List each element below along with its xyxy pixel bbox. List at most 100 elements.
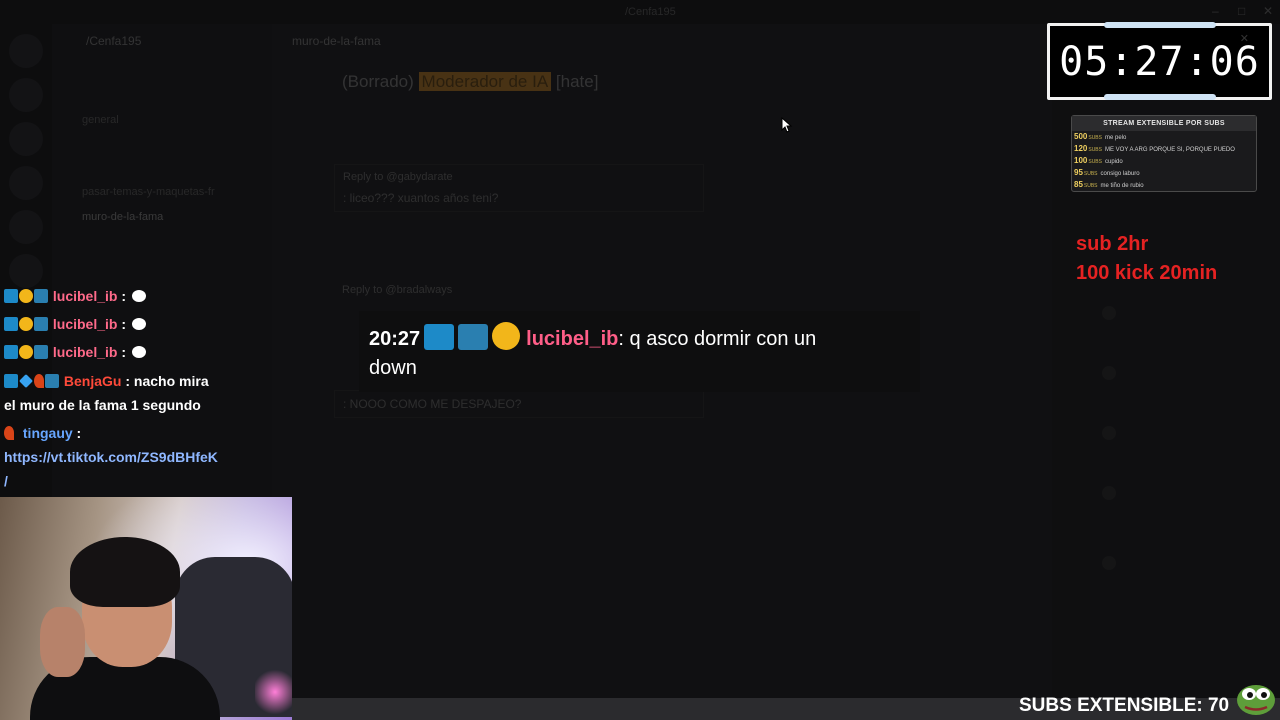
chat-message: lucibel_ib : — [4, 288, 147, 304]
timer-digits: 05:27:06 — [1059, 39, 1260, 85]
rule-sub: sub 2hr — [1076, 233, 1149, 255]
mouse-cursor-icon — [781, 117, 793, 133]
channel-header: muro-de-la-fama — [292, 34, 381, 48]
channel-item-muro[interactable]: muro-de-la-fama — [82, 211, 163, 223]
chat-username[interactable]: tingauy — [23, 425, 73, 441]
gem-badge-icon — [19, 374, 33, 388]
chat-separator: : — [117, 316, 127, 332]
sub-goal-item: 95SUBS consigo laburo — [1074, 168, 1140, 177]
window-title: /Cenfa195 — [625, 6, 676, 18]
member-item[interactable] — [1102, 424, 1262, 440]
founder-badge-icon — [492, 322, 521, 350]
sub-goal-item: 85SUBS me tiño de rubio — [1074, 180, 1144, 189]
subscriber-badge-icon — [34, 345, 48, 359]
avatar — [1102, 485, 1116, 500]
subscriber-badge-icon — [34, 289, 48, 303]
server-icon[interactable] — [9, 166, 43, 200]
message-time: 20:27 — [369, 328, 421, 350]
channel-item-general[interactable]: general — [82, 114, 119, 126]
reply-text: : NOOO COMO ME DESPAJEO? — [343, 397, 522, 411]
avatar — [1102, 305, 1116, 320]
chat-separator: : — [117, 288, 127, 304]
server-icon[interactable] — [9, 34, 43, 68]
reply-target: Reply to @gabydarate — [343, 171, 453, 183]
chat-message: BenjaGu : nacho mira — [4, 373, 209, 389]
sub-goals-header: STREAM EXTENSIBLE POR SUBS — [1072, 116, 1256, 131]
avatar — [1102, 365, 1116, 380]
timer-bar-top — [1104, 22, 1216, 28]
pepe-emote-icon — [1237, 685, 1275, 715]
founder-badge-icon — [19, 345, 33, 359]
emote-icon — [132, 346, 147, 358]
chat-message-continued: el muro de la fama 1 segundo — [4, 397, 201, 413]
deleted-suffix: [hate] — [555, 72, 599, 91]
webcam-feed — [0, 497, 292, 720]
chat-username[interactable]: lucibel_ib — [53, 344, 118, 360]
close-icon[interactable]: ✕ — [1263, 4, 1273, 18]
sub-goal-item: 500SUBS me pelo — [1074, 132, 1127, 141]
chat-link[interactable]: https://vt.tiktok.com/ZS9dBHfeK — [4, 449, 218, 465]
reply-message: : NOOO COMO ME DESPAJEO? — [334, 390, 704, 418]
chat-separator: : — [72, 425, 82, 441]
avatar — [1102, 555, 1116, 570]
server-icon[interactable] — [9, 254, 43, 288]
moderator-badge-icon — [4, 289, 18, 303]
emote-icon — [132, 318, 147, 330]
moderator-badge-icon — [4, 317, 18, 331]
sub-goal-item: 100SUBS cupido — [1074, 156, 1123, 165]
chat-separator: : — [121, 373, 131, 389]
chat-text: el muro de la fama 1 segundo — [4, 397, 201, 413]
stream-timer: 05:27:06 ✕ — [1047, 22, 1272, 100]
channel-item-pasar-temas[interactable]: pasar-temas-y-maquetas-fr — [82, 186, 215, 198]
member-item[interactable] — [1102, 304, 1262, 320]
server-name[interactable]: /Cenfa195 — [86, 34, 141, 48]
emote-icon — [132, 290, 147, 302]
stream-frame: /Cenfa195 – □ ✕ /Cenfa195 general pasar-… — [0, 0, 1280, 720]
founder-badge-icon — [19, 289, 33, 303]
chat-separator: : — [117, 344, 127, 360]
sub-goals-panel: STREAM EXTENSIBLE POR SUBS 500SUBS me pel… — [1071, 115, 1257, 192]
subscriber-badge-icon — [45, 374, 59, 388]
maximize-icon[interactable]: □ — [1238, 4, 1245, 18]
reply-message: Reply to @gabydarate : liceo??? xuantos … — [334, 164, 704, 212]
founder-badge-icon — [19, 317, 33, 331]
subscriber-badge-icon — [34, 317, 48, 331]
subscriber-badge-icon — [458, 324, 489, 350]
timer-bar-bottom — [1104, 94, 1216, 100]
member-item[interactable] — [1102, 484, 1262, 500]
server-icon[interactable] — [9, 78, 43, 112]
chat-username[interactable]: lucibel_ib — [53, 288, 118, 304]
pepper-badge-icon — [34, 374, 44, 388]
streamer — [30, 537, 220, 720]
avatar — [1102, 425, 1116, 440]
chat-message: lucibel_ib : — [4, 344, 147, 360]
server-icon[interactable] — [9, 210, 43, 244]
chat-message: lucibel_ib : — [4, 316, 147, 332]
pepper-badge-icon — [4, 426, 14, 440]
member-item[interactable] — [1102, 554, 1262, 570]
reply-target: Reply to @bradalways — [342, 284, 453, 296]
highlighted-message: 20:27 lucibel_ib: q asco dormir con un do… — [359, 311, 920, 392]
highlight-username[interactable]: lucibel_ib — [526, 328, 618, 350]
role-tag: Moderador de IA — [418, 72, 552, 91]
chat-link-continued[interactable]: / — [4, 473, 8, 489]
moderator-badge-icon — [4, 374, 18, 388]
highlight-text: : q asco dormir con un — [618, 328, 817, 350]
sub-goal-item: 120SUBS ME VOY A ARG PORQUE SI, PORQUE PU… — [1074, 144, 1235, 153]
chat-text: nacho mira — [130, 373, 209, 389]
reply-text: : liceo??? xuantos años teni? — [343, 191, 499, 205]
minimize-icon[interactable]: – — [1212, 4, 1219, 18]
member-item[interactable] — [1102, 364, 1262, 380]
server-icon[interactable] — [9, 122, 43, 156]
moderator-badge-icon — [4, 345, 18, 359]
deleted-message: (Borrado) Moderador de IA [hate] — [342, 72, 598, 92]
rule-kick: 100 kick 20min — [1076, 262, 1218, 284]
window-titlebar: /Cenfa195 – □ ✕ — [0, 0, 1280, 24]
moderator-badge-icon — [424, 324, 455, 350]
stream-rules: sub 2hr 100 kick 20min — [1076, 230, 1217, 288]
chat-username[interactable]: lucibel_ib — [53, 316, 118, 332]
highlight-text-continued: down — [369, 357, 417, 379]
deleted-prefix: (Borrado) — [342, 72, 414, 91]
chat-username[interactable]: BenjaGu — [64, 373, 122, 389]
subs-extensible-counter: SUBS EXTENSIBLE: 70 — [1019, 695, 1230, 716]
